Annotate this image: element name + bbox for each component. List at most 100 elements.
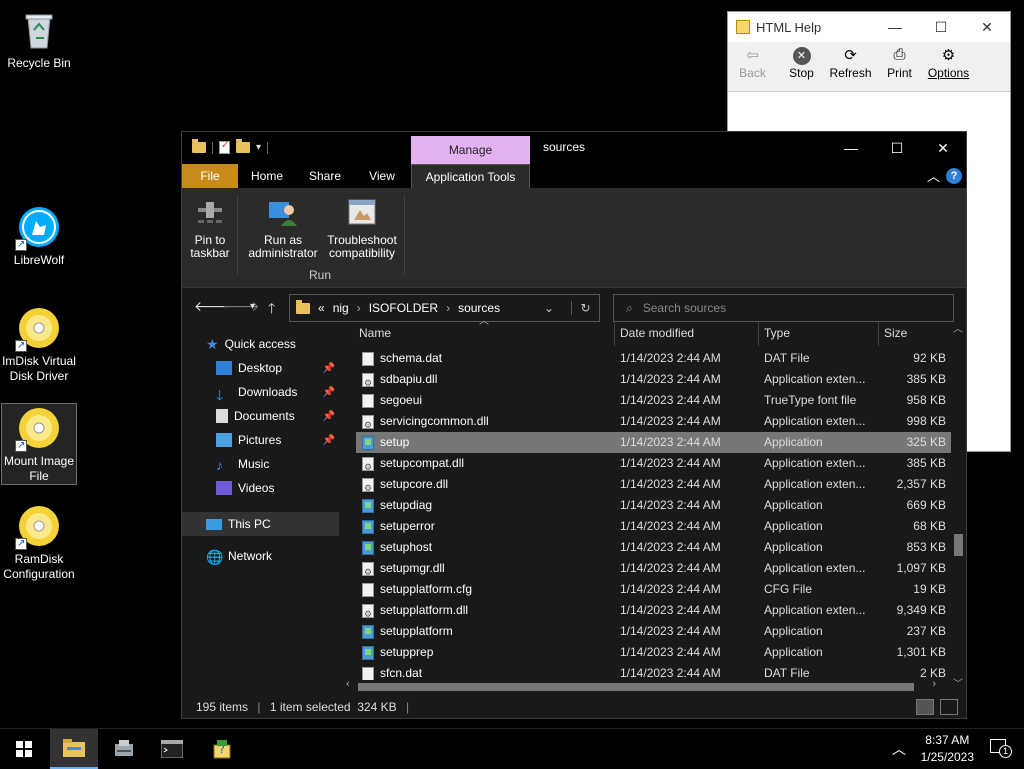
vertical-scrollbar[interactable]: ︿ ﹀ — [951, 324, 965, 690]
nav-item-videos[interactable]: Videos — [182, 476, 339, 500]
up-button[interactable]: 🡑 — [268, 298, 275, 322]
breadcrumb-overflow[interactable]: « — [318, 301, 325, 315]
print-button[interactable]: ⎙ Print — [875, 42, 924, 91]
recent-locations-button[interactable]: ▾ — [250, 301, 255, 312]
show-hidden-icons-button[interactable]: ︿ — [892, 739, 906, 759]
table-row[interactable]: setup 1/14/2023 2:44 AM Application 325 KB — [356, 432, 952, 453]
table-row[interactable]: setupdiag 1/14/2023 2:44 AM Application 669… — [356, 495, 952, 516]
column-header-name[interactable]: Name — [359, 318, 614, 348]
close-button[interactable]: ✕ — [920, 132, 966, 164]
pin-to-taskbar-button[interactable]: Pin to taskbar — [188, 196, 232, 260]
taskbar-clock[interactable]: 8:37 AM 1/25/2023 — [921, 732, 974, 766]
minimize-button[interactable]: — — [872, 19, 918, 36]
explorer-titlebar[interactable]: ✓ ▾ Manage sources — ☐ ✕ — [182, 132, 966, 164]
table-row[interactable]: setuphost 1/14/2023 2:44 AM Application 853… — [356, 537, 952, 558]
breadcrumb-isofolder[interactable]: ISOFOLDER — [369, 301, 438, 315]
search-input[interactable]: Search sources — [643, 301, 726, 315]
scroll-up-icon[interactable]: ︿ — [953, 320, 963, 335]
table-row[interactable]: sdbapiu.dll 1/14/2023 2:44 AM Application … — [356, 369, 952, 394]
taskbar-html-help[interactable]: ? — [198, 729, 246, 769]
column-header-size[interactable]: Size — [884, 318, 954, 348]
column-separator[interactable] — [758, 322, 759, 346]
run-as-administrator-button[interactable]: Run as administrator — [242, 196, 324, 260]
maximize-button[interactable]: ☐ — [918, 19, 964, 36]
minimize-button[interactable]: — — [828, 132, 874, 164]
tab-file[interactable]: File — [182, 164, 238, 188]
tab-share[interactable]: Share — [300, 164, 350, 188]
properties-icon[interactable]: ✓ — [219, 140, 230, 154]
file-size: 385 KB — [906, 456, 946, 470]
start-button[interactable] — [0, 729, 48, 769]
file-explorer-window[interactable]: ✓ ▾ Manage sources — ☐ ✕ File Home Share… — [181, 131, 967, 719]
tab-home[interactable]: Home — [244, 164, 290, 188]
table-row[interactable]: setupmgr.dll 1/14/2023 2:44 AM Application… — [356, 558, 952, 583]
taskbar-command-prompt[interactable] — [148, 729, 196, 769]
scroll-left-icon[interactable]: ‹ — [346, 678, 350, 690]
large-icons-view-icon[interactable] — [940, 699, 958, 715]
horizontal-scrollbar[interactable]: ‹ › — [344, 678, 950, 694]
address-dropdown-icon[interactable]: ⌄ — [535, 301, 563, 315]
table-row[interactable]: servicingcommon.dll 1/14/2023 2:44 AM Appl… — [356, 411, 952, 436]
collapse-ribbon-icon[interactable]: ︿ — [927, 166, 940, 185]
pin-icon — [194, 196, 226, 228]
taskbar-app-2[interactable] — [100, 729, 148, 769]
table-row[interactable]: setupplatform 1/14/2023 2:44 AM Applicatio… — [356, 621, 952, 642]
file-type: Application — [764, 498, 823, 512]
column-header-date-modified[interactable]: Date modified — [620, 318, 756, 348]
tab-view[interactable]: View — [360, 164, 404, 188]
nav-item-downloads[interactable]: 🡓 Downloads 📌 — [182, 380, 339, 404]
file-type: CFG File — [764, 582, 812, 596]
notifications-button[interactable]: 1 — [990, 739, 1012, 759]
column-header-type[interactable]: Type — [764, 318, 874, 348]
desktop-icon-ramdisk[interactable]: RamDisk Configuration — [1, 504, 77, 582]
breadcrumb-nig[interactable]: nig — [333, 301, 349, 315]
desktop-icon-imdisk[interactable]: ImDisk Virtual Disk Driver — [1, 306, 77, 384]
scroll-right-icon[interactable]: › — [932, 678, 936, 690]
back-button[interactable]: ⇦ Back — [728, 42, 777, 91]
stop-button[interactable]: ✕ Stop — [777, 42, 826, 91]
nav-item-pictures[interactable]: Pictures 📌 — [182, 428, 339, 452]
details-view-icon[interactable] — [916, 699, 934, 715]
table-row[interactable]: setupcompat.dll 1/14/2023 2:44 AM Applicat… — [356, 453, 952, 478]
maximize-button[interactable]: ☐ — [874, 132, 920, 164]
vertical-scroll-thumb[interactable] — [954, 534, 963, 556]
nav-item-quick-access[interactable]: ★ Quick access — [182, 332, 339, 356]
taskbar-file-explorer[interactable] — [50, 729, 98, 769]
nav-item-this-pc[interactable]: This PC — [182, 512, 339, 536]
file-type: Application exten... — [764, 414, 866, 428]
customize-toolbar-icon[interactable]: ▾ — [256, 142, 261, 153]
table-row[interactable]: setupcore.dll 1/14/2023 2:44 AM Applicatio… — [356, 474, 952, 499]
tab-application-tools[interactable]: Application Tools — [411, 164, 530, 188]
table-row[interactable]: setuperror 1/14/2023 2:44 AM Application 68… — [356, 516, 952, 537]
nav-item-network[interactable]: 🌐 Network — [182, 544, 339, 568]
table-row[interactable]: setupprep 1/14/2023 2:44 AM Application 1,3… — [356, 642, 952, 663]
tab-manage[interactable]: Manage — [411, 136, 530, 164]
options-button[interactable]: ⚙ Options — [924, 42, 973, 91]
new-folder-icon[interactable] — [236, 139, 250, 153]
nav-item-music[interactable]: ♪ Music — [182, 452, 339, 476]
refresh-button[interactable]: ⟳ Refresh — [826, 42, 875, 91]
close-button[interactable]: ✕ — [964, 19, 1010, 36]
table-row[interactable]: setupplatform.cfg 1/14/2023 2:44 AM CFG Fi… — [356, 579, 952, 600]
table-row[interactable]: setupplatform.dll 1/14/2023 2:44 AM Applic… — [356, 600, 952, 625]
scroll-down-icon[interactable]: ﹀ — [953, 675, 963, 690]
file-name: setupprep — [380, 645, 434, 659]
desktop-icon-librewolf[interactable]: LibreWolf — [1, 205, 77, 268]
horizontal-scroll-thumb[interactable] — [358, 683, 914, 691]
desktop-icon-mount-image-file[interactable]: Mount Image File — [1, 403, 77, 485]
file-name: sdbapiu.dll — [380, 372, 438, 386]
table-row[interactable]: schema.dat 1/14/2023 2:44 AM DAT File 92 KB — [356, 348, 952, 369]
nav-item-documents[interactable]: Documents 📌 — [182, 404, 339, 428]
troubleshoot-compatibility-button[interactable]: Troubleshoot compatibility — [324, 196, 400, 260]
column-separator[interactable] — [614, 322, 615, 346]
nav-item-desktop[interactable]: Desktop 📌 — [182, 356, 339, 380]
desktop-icon-recycle-bin[interactable]: Recycle Bin — [1, 8, 77, 71]
disc-icon — [15, 406, 61, 453]
file-type: Application — [764, 540, 823, 554]
column-separator[interactable] — [878, 322, 879, 346]
pin-icon: 📌 — [322, 410, 335, 422]
table-row[interactable]: segoeui 1/14/2023 2:44 AM TrueType font fi… — [356, 390, 952, 411]
refresh-icon[interactable]: ↻ — [571, 301, 599, 315]
help-titlebar[interactable]: HTML Help — ☐ ✕ — [728, 12, 1010, 42]
help-icon[interactable]: ? — [946, 168, 962, 184]
